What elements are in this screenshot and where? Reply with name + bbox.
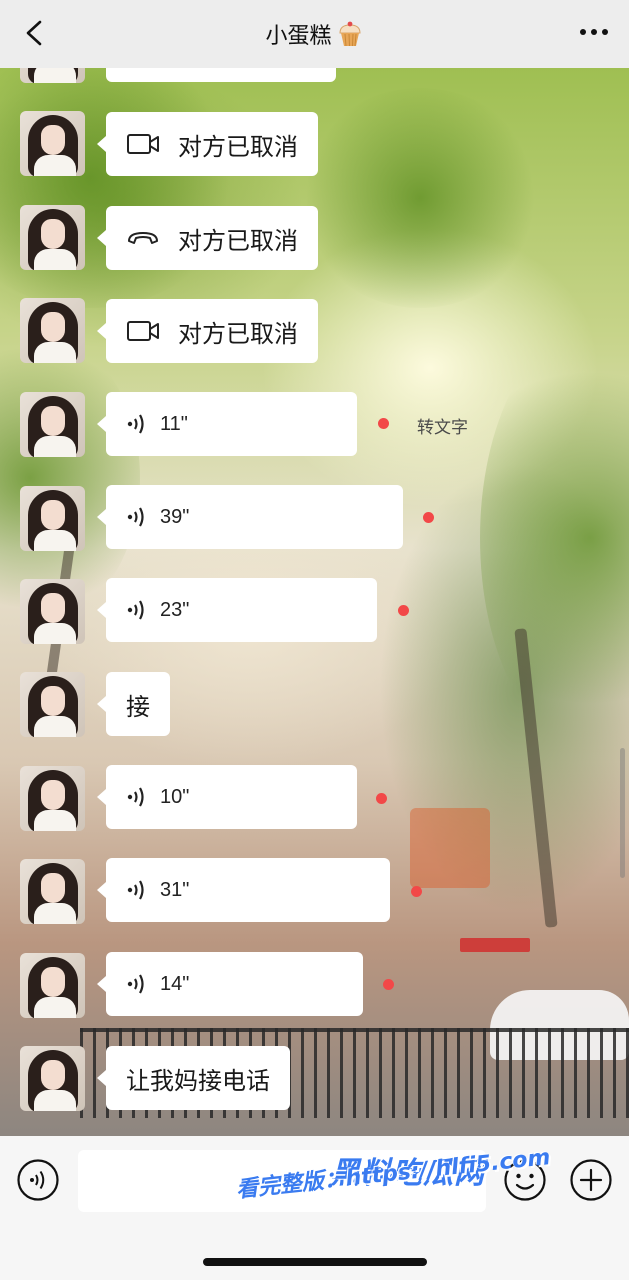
unread-dot	[378, 418, 389, 429]
avatar[interactable]	[20, 392, 85, 457]
voice-message-bubble[interactable]: 10"	[97, 765, 357, 829]
call-record-bubble[interactable]: 对方已取消	[97, 206, 318, 270]
voice-duration: 31"	[160, 878, 190, 901]
avatar[interactable]	[20, 1046, 85, 1111]
voice-duration: 14"	[160, 972, 190, 995]
message-text: 让我妈接电话	[126, 1066, 270, 1095]
voice-wave-icon	[127, 507, 144, 527]
chat-header: 小蛋糕	[0, 0, 629, 68]
voice-message-bubble[interactable]: 23"	[97, 578, 377, 642]
voice-duration: 39"	[160, 505, 190, 528]
message-item: 接	[0, 672, 629, 742]
text-message-bubble[interactable]: 接	[97, 672, 170, 736]
call-record-bubble[interactable]: 对方已取消	[97, 112, 318, 176]
voice-message-bubble[interactable]: 11"	[97, 392, 357, 456]
avatar[interactable]	[20, 68, 85, 83]
voice-wave-icon	[127, 880, 144, 900]
avatar[interactable]	[20, 859, 85, 924]
message-item: 对方已取消	[0, 205, 629, 275]
call-record-bubble[interactable]: 对方已取消	[97, 299, 318, 363]
avatar[interactable]	[20, 579, 85, 644]
voice-wave-icon	[127, 600, 144, 620]
avatar[interactable]	[20, 298, 85, 363]
unread-dot	[383, 979, 394, 990]
message-item: 39"	[0, 485, 629, 556]
call-status-text: 对方已取消	[178, 319, 298, 348]
voice-duration: 11"	[160, 412, 188, 435]
message-item: 让我妈接电话	[0, 1046, 629, 1116]
chat-title: 小蛋糕	[265, 18, 363, 50]
voice-message-bubble[interactable]: 14"	[97, 952, 363, 1016]
unread-dot	[411, 886, 422, 897]
unread-dot	[423, 512, 434, 523]
message-bubble[interactable]	[106, 68, 336, 82]
ellipsis-icon[interactable]	[577, 20, 611, 44]
voice-mode-icon[interactable]	[16, 1158, 60, 1202]
home-indicator[interactable]	[203, 1258, 427, 1266]
unread-dot	[376, 793, 387, 804]
avatar[interactable]	[20, 486, 85, 551]
message-item	[0, 68, 629, 88]
avatar[interactable]	[20, 953, 85, 1018]
avatar[interactable]	[20, 205, 85, 270]
message-item: 14"	[0, 952, 629, 1023]
voice-wave-icon	[127, 974, 144, 994]
chat-title-text: 小蛋糕	[265, 24, 332, 49]
video-camera-icon	[127, 134, 159, 154]
call-status-text: 对方已取消	[178, 226, 298, 255]
message-item: 11" 转文字	[0, 392, 629, 462]
message-list[interactable]: 对方已取消 对方已取消 对方已取消 11" 转文字 39" 23" 接 10" …	[0, 68, 629, 1136]
voice-message-bubble[interactable]: 39"	[97, 485, 403, 549]
message-text: 接	[126, 692, 150, 721]
plus-icon[interactable]	[569, 1158, 613, 1202]
call-status-text: 对方已取消	[178, 132, 298, 161]
cupcake-icon	[338, 21, 361, 47]
message-item: 23"	[0, 578, 629, 649]
voice-duration: 10"	[160, 785, 190, 808]
voice-message-bubble[interactable]: 31"	[97, 858, 390, 922]
transcribe-button[interactable]: 转文字	[417, 413, 468, 438]
avatar[interactable]	[20, 672, 85, 737]
text-message-bubble[interactable]: 让我妈接电话	[97, 1046, 290, 1110]
voice-wave-icon	[127, 787, 144, 807]
phone-hangup-icon	[128, 232, 158, 244]
chevron-left-icon[interactable]	[20, 18, 50, 48]
message-item: 31"	[0, 858, 629, 929]
message-item: 10"	[0, 765, 629, 836]
avatar[interactable]	[20, 766, 85, 831]
message-item: 对方已取消	[0, 298, 629, 368]
video-camera-icon	[127, 321, 159, 341]
unread-dot	[398, 605, 409, 616]
voice-wave-icon	[127, 414, 144, 434]
message-item: 对方已取消	[0, 111, 629, 181]
voice-duration: 23"	[160, 598, 190, 621]
avatar[interactable]	[20, 111, 85, 176]
